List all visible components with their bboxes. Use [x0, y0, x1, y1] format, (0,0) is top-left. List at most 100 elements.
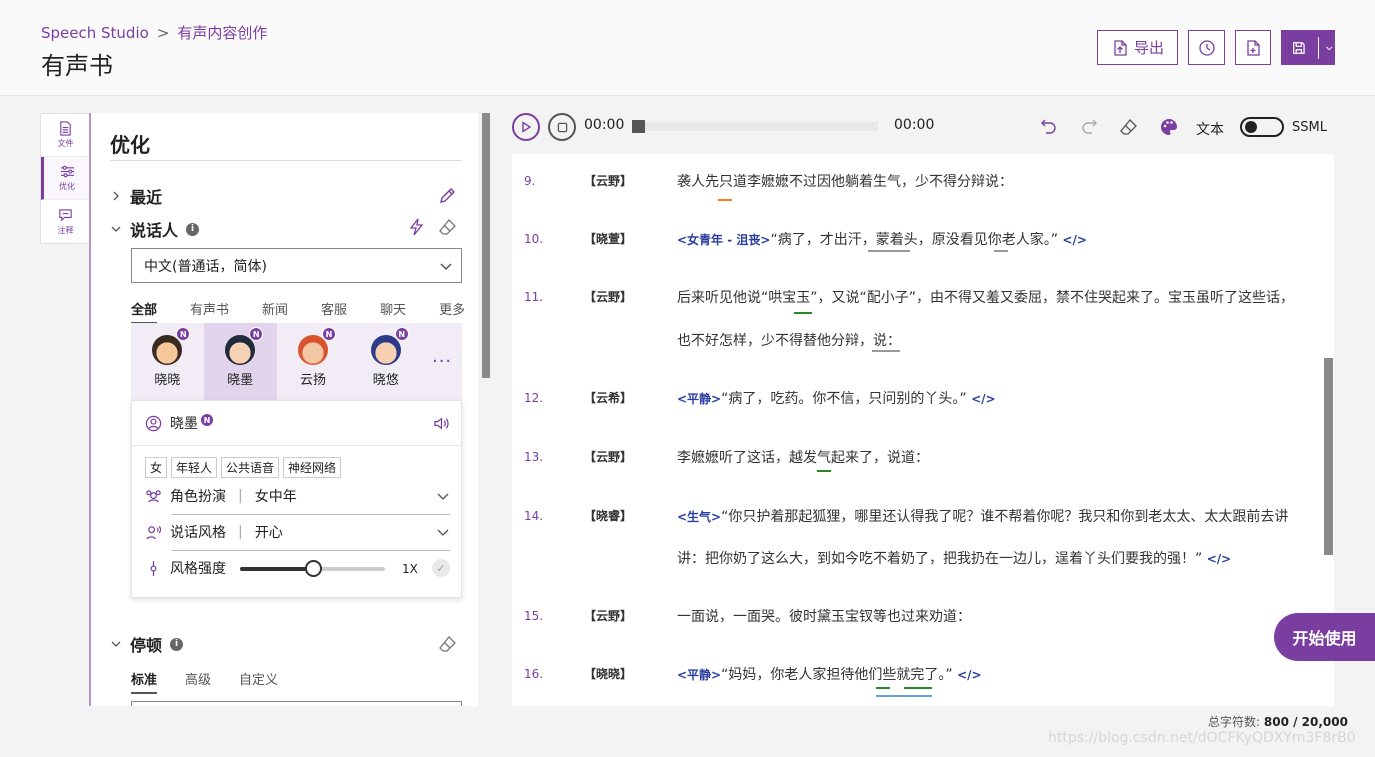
breadcrumb-root[interactable]: Speech Studio: [41, 24, 149, 42]
tab-news[interactable]: 新闻: [262, 299, 288, 324]
line-speaker[interactable]: 【晓睿】: [584, 507, 632, 524]
tab-customer-service[interactable]: 客服: [321, 299, 347, 324]
line-number: 9.: [524, 174, 536, 188]
voice-item[interactable]: N 云扬: [277, 323, 350, 400]
line-speaker[interactable]: 【云野】: [584, 288, 632, 305]
play-button[interactable]: [512, 113, 540, 141]
speaker-preview-icon[interactable]: [433, 415, 450, 432]
tab-chat[interactable]: 聊天: [380, 299, 406, 324]
pencil-icon[interactable]: [438, 185, 458, 205]
voice-item[interactable]: N 晓晓: [131, 323, 204, 400]
eraser-icon[interactable]: [438, 217, 458, 237]
line-text[interactable]: 一面说，一面哭。彼时黛玉宝钗等也过来劝道：: [677, 606, 971, 626]
pause-select[interactable]: [131, 701, 462, 706]
rail-item-comment[interactable]: 注释: [41, 200, 90, 243]
style-tag[interactable]: <生气>: [677, 510, 721, 524]
char-count-value: 800 / 20,000: [1263, 715, 1348, 729]
style-tag[interactable]: <女青年 - 沮丧>: [677, 233, 770, 247]
style-tag[interactable]: <平静>: [677, 392, 721, 406]
voice-item[interactable]: N 晓悠: [349, 323, 422, 400]
line-text[interactable]: 袭人先只道李嬷嬷不过因他躺着生气，少不得分辩说：: [677, 171, 1013, 191]
progress-knob[interactable]: [632, 120, 645, 133]
chevron-down-icon: [437, 493, 449, 500]
tab-more[interactable]: 更多: [439, 299, 465, 324]
speaking-style-row[interactable]: 说话风格 | 开心: [145, 522, 450, 542]
eraser-icon[interactable]: [1119, 117, 1139, 137]
undo-icon[interactable]: [1039, 117, 1059, 137]
pause-marker[interactable]: [904, 687, 932, 689]
check-icon[interactable]: ✓: [432, 559, 450, 577]
pause-marker[interactable]: [817, 470, 831, 472]
line-text[interactable]: <女青年 - 沮丧>“病了，才出汗，蒙着头，原没看见你老人家。” </>: [677, 229, 1087, 249]
text-editor[interactable]: 9. 【云野】 袭人先只道李嬷嬷不过因他躺着生气，少不得分辩说： 10. 【晓萱…: [512, 154, 1334, 706]
language-value: 中文(普通话，简体): [144, 258, 267, 275]
line-speaker[interactable]: 【云野】: [584, 172, 632, 189]
code-icon[interactable]: </>: [1207, 552, 1232, 566]
chevron-down-icon: [111, 226, 121, 232]
redo-icon[interactable]: [1079, 117, 1099, 137]
stop-icon: [557, 122, 567, 132]
editor-scrollbar[interactable]: [1324, 358, 1333, 555]
avatar: N: [225, 327, 264, 365]
line-text-continued[interactable]: 讲：把你奶了这么大，到如今吃不着奶了，把我扔在一边儿，逞着丫头们要我的强！” <…: [677, 548, 1231, 568]
language-select[interactable]: 中文(普通话，简体): [131, 248, 462, 283]
voice-item-selected[interactable]: N 晓墨: [203, 323, 277, 400]
pause-marker[interactable]: [876, 687, 890, 689]
panel-scrollbar[interactable]: [482, 113, 490, 378]
annotation-underline[interactable]: [876, 695, 932, 697]
line-text[interactable]: 后来听见他说“哄宝玉”，又说“配小子”，由不得又羞又委屈，禁不住哭起来了。宝玉虽…: [677, 287, 1294, 307]
new-file-button[interactable]: [1235, 30, 1271, 65]
section-speaker[interactable]: 说话人 i: [110, 217, 200, 241]
stop-button[interactable]: [548, 113, 576, 141]
line-text-continued[interactable]: 也不好怎样，少不得替他分辩，说：: [677, 330, 901, 350]
line-speaker[interactable]: 【云野】: [584, 448, 632, 465]
annotation-underline[interactable]: [868, 250, 910, 252]
lightning-icon[interactable]: [407, 217, 427, 237]
info-icon[interactable]: i: [186, 222, 200, 236]
rail-label-optimize: 优化: [59, 182, 75, 191]
section-recent[interactable]: 最近: [110, 184, 162, 208]
annotation-underline[interactable]: [994, 250, 1008, 252]
line-speaker[interactable]: 【云希】: [584, 389, 632, 406]
card-divider: [132, 445, 463, 446]
slider-thumb[interactable]: [304, 560, 322, 577]
line-speaker[interactable]: 【云野】: [584, 607, 632, 624]
tab-all[interactable]: 全部: [131, 299, 158, 324]
line-text[interactable]: <生气>“你只护着那起狐狸，哪里还认得我了呢？谁不帮着你呢？我只和你到老太太、太…: [677, 506, 1288, 526]
tab-audiobook[interactable]: 有声书: [190, 299, 229, 324]
info-icon[interactable]: i: [170, 637, 184, 651]
style-tag[interactable]: <平静>: [677, 668, 721, 682]
ssml-toggle[interactable]: [1240, 117, 1284, 137]
style-intensity-label: 风格强度: [170, 561, 226, 577]
more-voices-button[interactable]: ···: [422, 323, 462, 400]
palette-icon[interactable]: [1159, 117, 1179, 137]
line-speaker[interactable]: 【晓晓】: [584, 665, 632, 682]
rail-item-optimize[interactable]: 优化: [41, 157, 90, 200]
pause-marker[interactable]: [794, 312, 812, 314]
role-play-row[interactable]: 角色扮演 | 女中年: [145, 486, 450, 506]
code-icon[interactable]: </>: [957, 668, 982, 682]
tab-custom[interactable]: 自定义: [239, 669, 278, 694]
save-button[interactable]: [1281, 30, 1335, 65]
get-started-button[interactable]: 开始使用: [1274, 613, 1375, 661]
line-speaker[interactable]: 【晓萱】: [584, 230, 632, 247]
eraser-icon[interactable]: [438, 634, 458, 654]
export-button[interactable]: 导出: [1097, 30, 1178, 65]
pause-marker[interactable]: [718, 199, 732, 201]
character-count: 总字符数: 800 / 20,000: [1208, 713, 1348, 730]
annotation-underline[interactable]: [872, 350, 900, 352]
line-text[interactable]: <平静>“病了，吃药。你不信，只问别的丫头。” </>: [677, 388, 996, 408]
progress-bar[interactable]: [632, 120, 878, 133]
rail-item-file[interactable]: 文件: [41, 114, 90, 157]
chevron-down-icon[interactable]: [1324, 42, 1334, 54]
tab-standard[interactable]: 标准: [131, 669, 158, 694]
breadcrumb-current[interactable]: 有声内容创作: [177, 24, 267, 42]
section-pause[interactable]: 停顿 i: [110, 632, 184, 656]
line-text[interactable]: <平静>“妈妈，你老人家担待他们些就完了。” </>: [677, 664, 982, 684]
section-recent-label: 最近: [130, 188, 163, 207]
code-icon[interactable]: </>: [971, 392, 996, 406]
line-text[interactable]: 李嬷嬷听了这话，越发气起来了，说道：: [677, 447, 929, 467]
tab-advanced[interactable]: 高级: [185, 669, 211, 694]
history-button[interactable]: [1188, 30, 1225, 65]
code-icon[interactable]: </>: [1062, 233, 1087, 247]
